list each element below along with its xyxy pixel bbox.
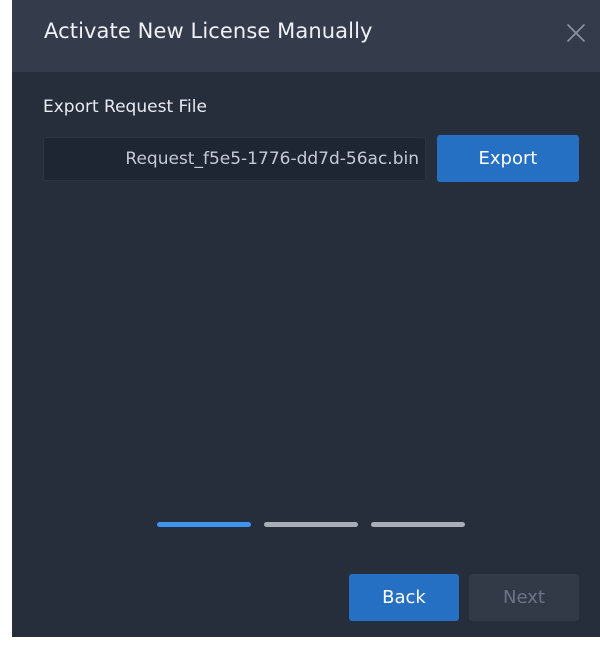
request-file-field xyxy=(43,137,426,181)
next-button[interactable]: Next xyxy=(469,574,579,621)
close-icon[interactable] xyxy=(563,20,589,46)
dialog-titlebar: Activate New License Manually xyxy=(12,0,600,72)
step-indicator-3 xyxy=(371,522,465,527)
dialog-title: Activate New License Manually xyxy=(44,19,373,43)
request-file-input[interactable] xyxy=(44,138,425,180)
export-section-label: Export Request File xyxy=(43,97,207,117)
step-indicator-2 xyxy=(264,522,358,527)
step-indicator-1 xyxy=(157,522,251,527)
license-dialog: Activate New License Manually Export Req… xyxy=(12,0,600,637)
export-button[interactable]: Export xyxy=(437,135,579,182)
back-button[interactable]: Back xyxy=(349,574,459,621)
